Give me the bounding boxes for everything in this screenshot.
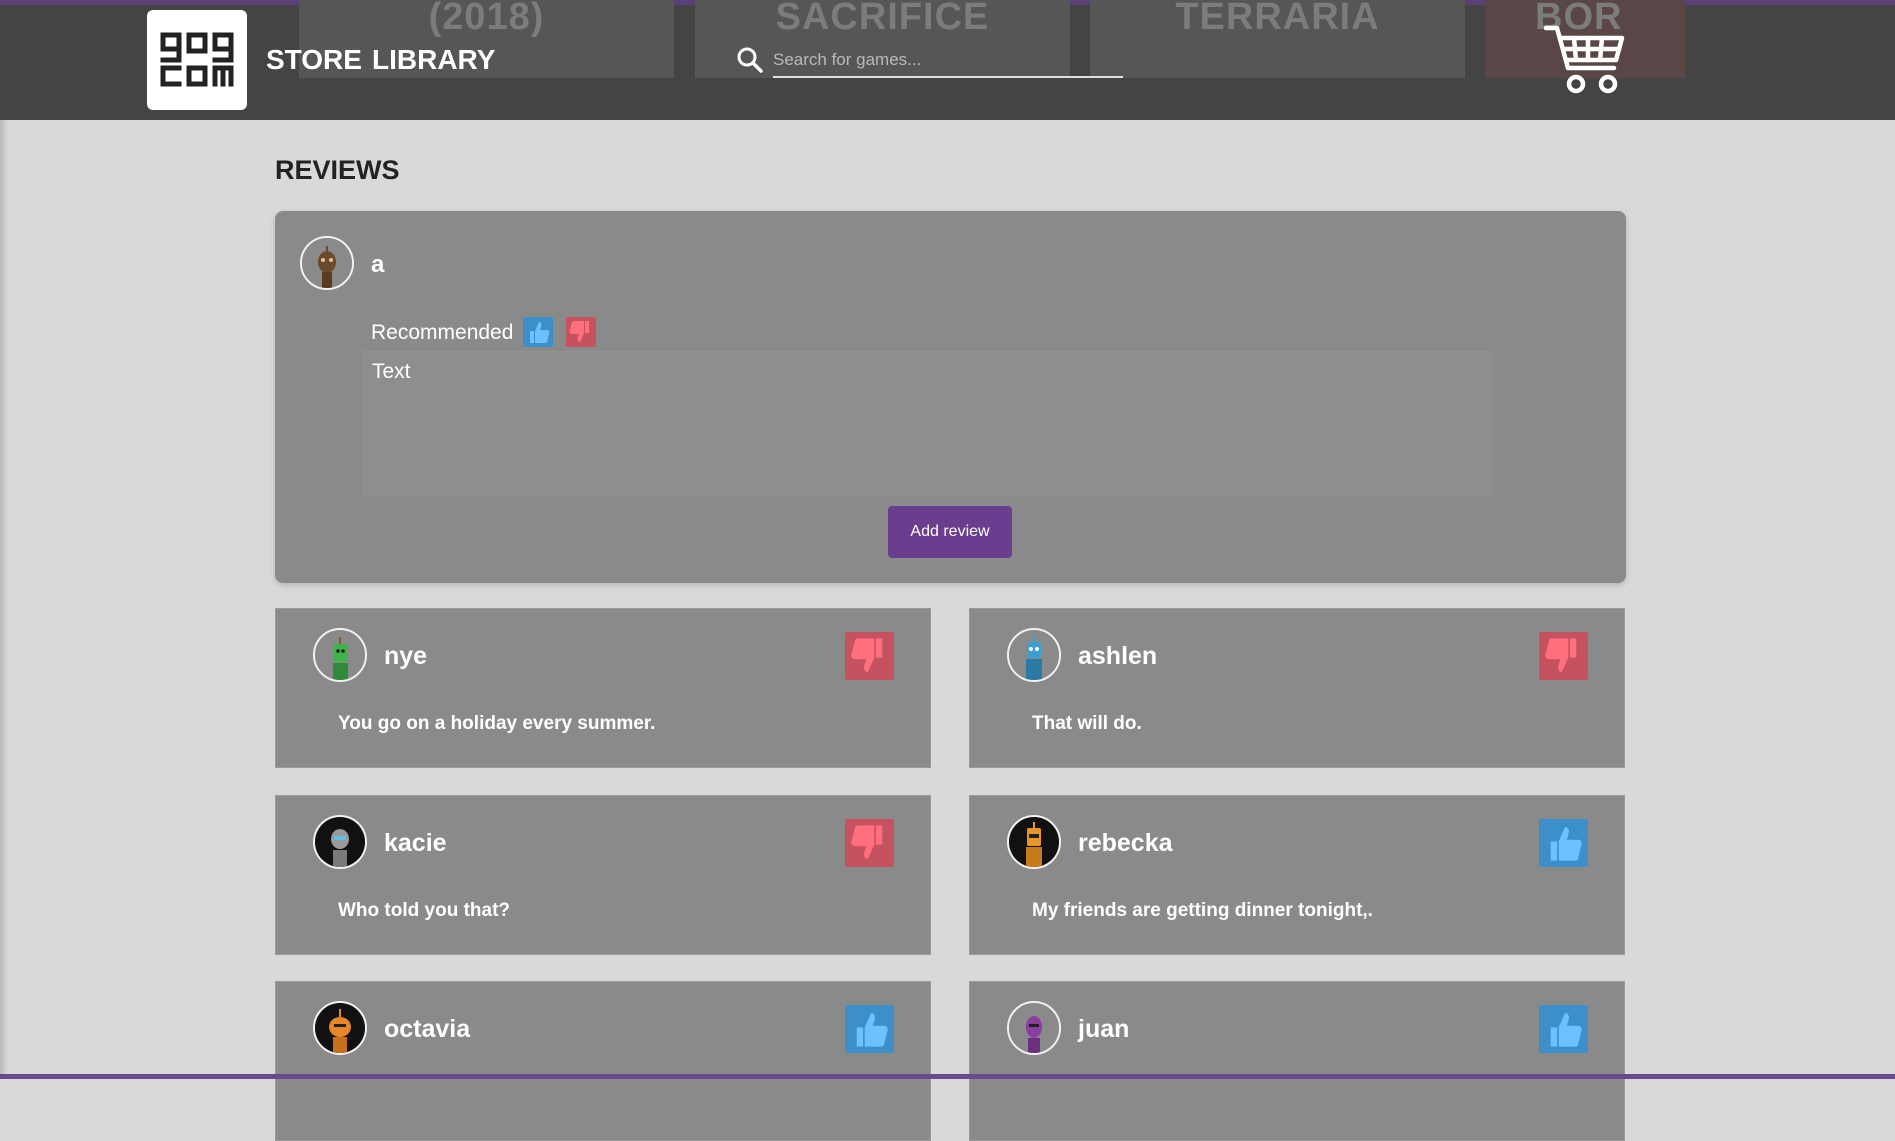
avatar (1007, 628, 1061, 682)
top-navigation-bar: (2018) SACRIFICE TERRARIA BOR STORE LIBR… (0, 0, 1895, 120)
nav-store-link[interactable]: STORE (266, 44, 362, 76)
avatar (313, 1001, 367, 1055)
thumbs-down-icon (851, 825, 883, 859)
add-review-button[interactable]: Add review (888, 506, 1012, 558)
review-username: octavia (384, 1015, 471, 1043)
page-edge-shadow (0, 120, 8, 1079)
thumbs-up-icon (1550, 827, 1582, 861)
avatar (313, 815, 367, 869)
review-text-input[interactable]: Text (363, 351, 1491, 495)
review-card: ashlen That will do. (969, 608, 1625, 768)
game-banner[interactable]: TERRARIA (1090, 0, 1465, 78)
robot-avatar-icon (1009, 817, 1059, 867)
review-text: Who told you that? (338, 900, 511, 921)
review-username: ashlen (1078, 642, 1158, 670)
recommended-label: Recommended (371, 321, 514, 344)
robot-avatar-icon (315, 1003, 365, 1053)
review-text: That will do. (1032, 713, 1142, 734)
thumbs-down-icon (851, 638, 883, 672)
recommended-badge (1539, 819, 1588, 867)
gog-logo-icon (160, 32, 234, 87)
review-card: nye You go on a holiday every summer. (275, 608, 931, 768)
review-text: You go on a holiday every summer. (338, 713, 656, 734)
review-text: My friends are getting dinner tonight,. (1032, 900, 1373, 921)
robot-avatar-icon (1009, 1003, 1059, 1053)
review-username: rebecka (1078, 829, 1173, 857)
compose-username: a (371, 251, 385, 278)
footer-accent-strip (0, 1074, 1895, 1079)
review-card: juan (969, 981, 1625, 1141)
review-card: rebecka My friends are getting dinner to… (969, 795, 1625, 955)
review-card: octavia (275, 981, 931, 1141)
review-card: kacie Who told you that? (275, 795, 931, 955)
avatar (313, 628, 367, 682)
avatar (1007, 1001, 1061, 1055)
robot-avatar-icon (315, 630, 365, 680)
reviews-heading: REVIEWS (275, 155, 400, 185)
gog-logo[interactable] (147, 10, 247, 110)
search-icon[interactable] (736, 46, 764, 74)
cart-icon[interactable] (1544, 24, 1626, 96)
recommended-badge (1539, 1005, 1588, 1053)
search-input[interactable] (773, 44, 1123, 78)
nav-library-link[interactable]: LIBRARY (372, 44, 495, 76)
not-recommended-badge (1539, 632, 1588, 680)
review-username: nye (384, 642, 428, 670)
thumbs-up-icon (1550, 1013, 1582, 1047)
thumbs-up-icon (530, 322, 550, 343)
review-username: kacie (384, 829, 447, 857)
avatar (1007, 815, 1061, 869)
thumbs-down-icon (569, 321, 589, 342)
thumbs-up-icon (856, 1013, 888, 1047)
robot-avatar-icon (1009, 630, 1059, 680)
robot-avatar-icon (302, 238, 352, 288)
thumbs-down-button[interactable] (566, 317, 596, 347)
not-recommended-badge (845, 632, 894, 680)
avatar (300, 236, 354, 290)
not-recommended-badge (845, 819, 894, 867)
recommended-badge (845, 1005, 894, 1053)
thumbs-up-button[interactable] (523, 317, 553, 347)
robot-avatar-icon (315, 817, 365, 867)
review-username: juan (1078, 1015, 1130, 1043)
thumbs-down-icon (1545, 638, 1577, 672)
review-compose-panel: a Recommended Text Add review (275, 211, 1626, 583)
